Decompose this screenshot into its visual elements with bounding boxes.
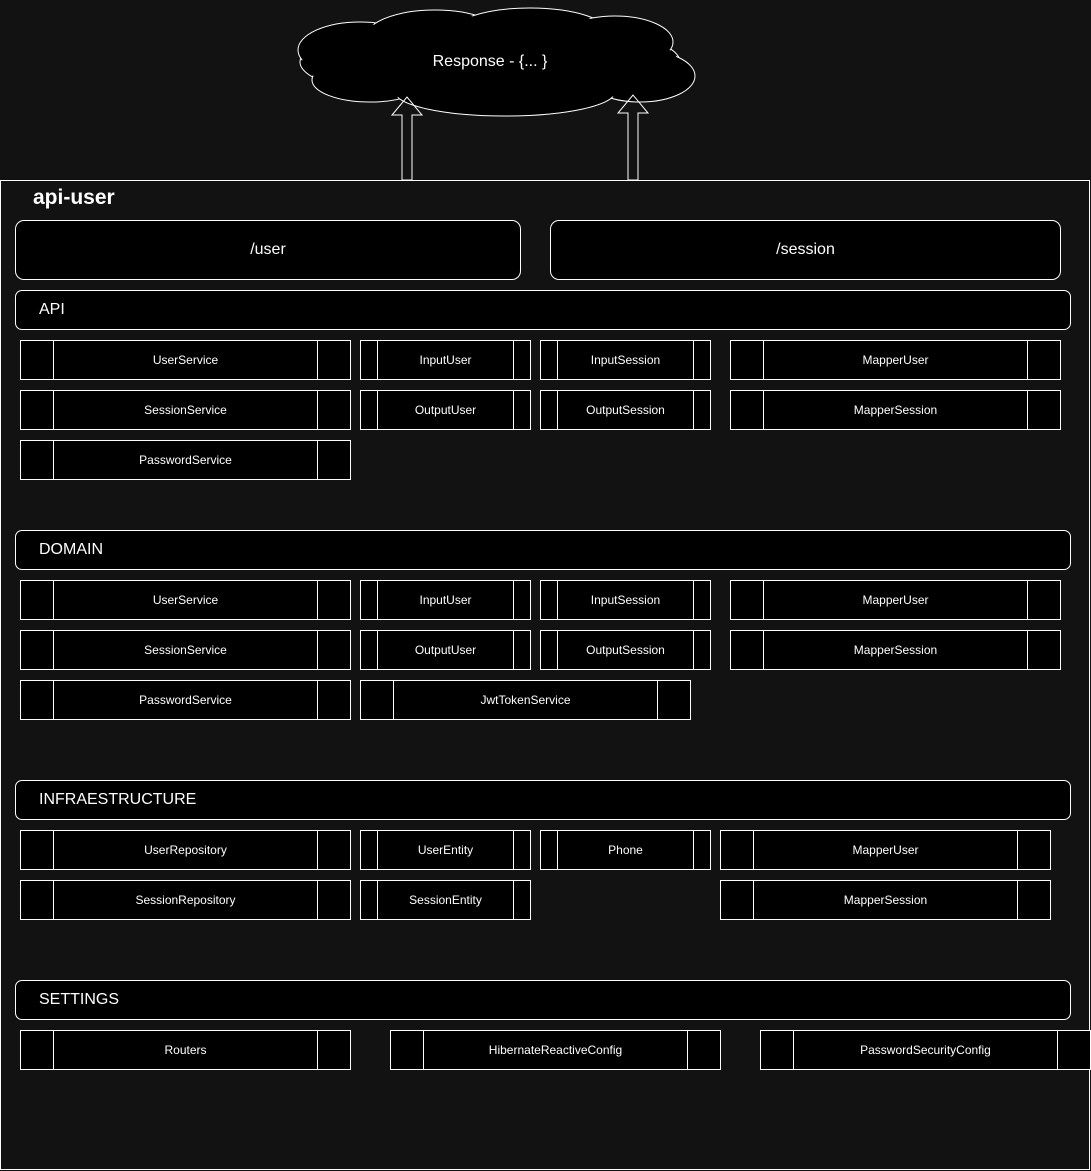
infra-user-entity: UserEntity bbox=[360, 830, 531, 870]
api-output-session: OutputSession bbox=[540, 390, 711, 430]
domain-input-session: InputSession bbox=[540, 580, 711, 620]
domain-session-service: SessionService bbox=[20, 630, 351, 670]
api-session-service: SessionService bbox=[20, 390, 351, 430]
api-mapper-user: MapperUser bbox=[730, 340, 1061, 380]
domain-user-service: UserService bbox=[20, 580, 351, 620]
layer-domain: DOMAIN bbox=[15, 530, 1071, 570]
layer-api: API bbox=[15, 290, 1071, 330]
response-cloud-diagram: Response - {... } bbox=[297, 7, 696, 181]
settings-hibernate-reactive-config: HibernateReactiveConfig bbox=[390, 1030, 721, 1070]
infra-user-repository: UserRepository bbox=[20, 830, 351, 870]
infra-mapper-session: MapperSession bbox=[720, 880, 1051, 920]
infra-phone: Phone bbox=[540, 830, 711, 870]
domain-mapper-session: MapperSession bbox=[730, 630, 1061, 670]
infra-session-repository: SessionRepository bbox=[20, 880, 351, 920]
arrow-session-up bbox=[616, 94, 650, 181]
arrow-user-up bbox=[390, 96, 424, 181]
api-input-session: InputSession bbox=[540, 340, 711, 380]
layer-infraestructure: INFRAESTRUCTURE bbox=[15, 780, 1071, 820]
endpoint-session: /session bbox=[550, 220, 1061, 280]
settings-password-security-config: PasswordSecurityConfig bbox=[760, 1030, 1091, 1070]
api-user-service: UserService bbox=[20, 340, 351, 380]
endpoint-user: /user bbox=[15, 220, 521, 280]
domain-output-user: OutputUser bbox=[360, 630, 531, 670]
response-label: Response - {... } bbox=[433, 53, 548, 70]
infra-mapper-user: MapperUser bbox=[720, 830, 1051, 870]
infra-session-entity: SessionEntity bbox=[360, 880, 531, 920]
domain-password-service: PasswordService bbox=[20, 680, 351, 720]
domain-output-session: OutputSession bbox=[540, 630, 711, 670]
app-title: api-user bbox=[33, 186, 115, 209]
layer-settings: SETTINGS bbox=[15, 980, 1071, 1020]
domain-input-user: InputUser bbox=[360, 580, 531, 620]
settings-routers: Routers bbox=[20, 1030, 351, 1070]
domain-mapper-user: MapperUser bbox=[730, 580, 1061, 620]
api-input-user: InputUser bbox=[360, 340, 531, 380]
api-output-user: OutputUser bbox=[360, 390, 531, 430]
api-password-service: PasswordService bbox=[20, 440, 351, 480]
domain-jwt-token-service: JwtTokenService bbox=[360, 680, 691, 720]
api-mapper-session: MapperSession bbox=[730, 390, 1061, 430]
